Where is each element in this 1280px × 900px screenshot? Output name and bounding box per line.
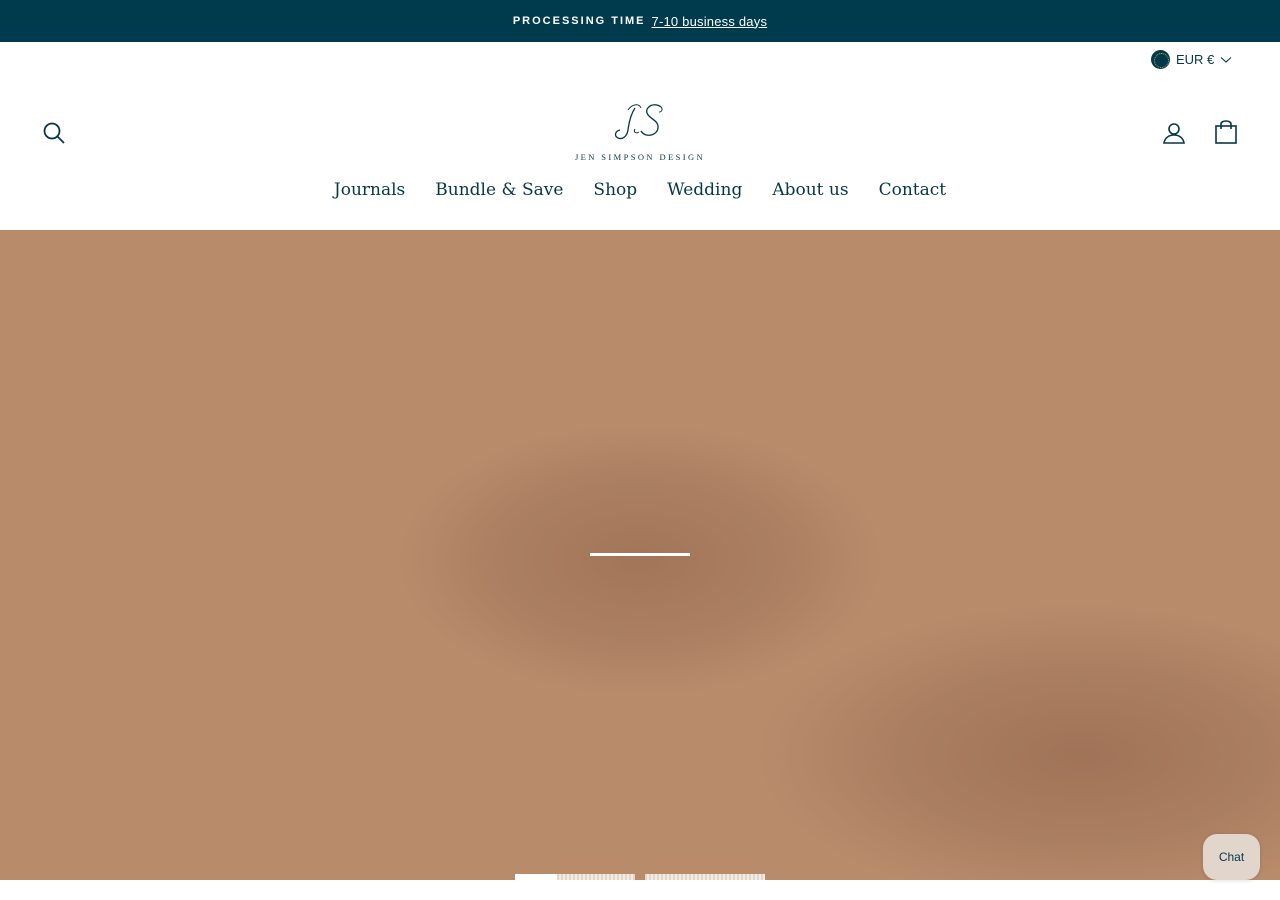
main-navigation: Journals Bundle & Save Shop Wedding Abou… (0, 180, 1280, 200)
shopping-bag-icon (1214, 118, 1238, 149)
hero-shadow-left (400, 425, 880, 695)
search-button[interactable] (39, 120, 69, 150)
account-button[interactable] (1159, 120, 1189, 150)
slideshow-loader (590, 553, 690, 556)
chat-button[interactable]: Chat (1203, 834, 1260, 880)
announcement-label: PROCESSING TIME (512, 15, 646, 27)
slide-dot-2[interactable] (557, 874, 635, 880)
slideshow-pagination (515, 874, 765, 880)
logo-text: JEN SIMPSON DESIGN (574, 152, 706, 162)
nav-wedding[interactable]: Wedding (667, 180, 742, 200)
chevron-down-icon (1220, 52, 1232, 67)
currency-value: EUR € (1176, 51, 1215, 67)
processing-time-link[interactable]: 7-10 business days (652, 14, 768, 29)
slide-dot-3[interactable] (645, 874, 765, 880)
logo-monogram (614, 104, 663, 140)
hero-shadow-right (760, 605, 1280, 880)
site-logo[interactable]: JEN SIMPSON DESIGN (565, 100, 715, 166)
slide-dot-1[interactable] (515, 874, 557, 880)
currency-selector[interactable]: EUR € (1151, 49, 1232, 69)
eu-flag-icon (1151, 49, 1170, 69)
slide-dot-gap (635, 874, 645, 880)
nav-contact[interactable]: Contact (879, 180, 947, 200)
user-icon (1162, 121, 1186, 150)
nav-shop[interactable]: Shop (593, 180, 637, 200)
nav-journals[interactable]: Journals (334, 180, 405, 200)
cart-button[interactable] (1211, 118, 1241, 148)
announcement-bar: PROCESSING TIME 7-10 business days (0, 0, 1280, 42)
nav-bundle-save[interactable]: Bundle & Save (435, 180, 563, 200)
chat-label: Chat (1218, 850, 1245, 864)
nav-about-us[interactable]: About us (772, 180, 848, 200)
hero-slideshow (0, 230, 1280, 880)
search-icon (42, 121, 66, 150)
